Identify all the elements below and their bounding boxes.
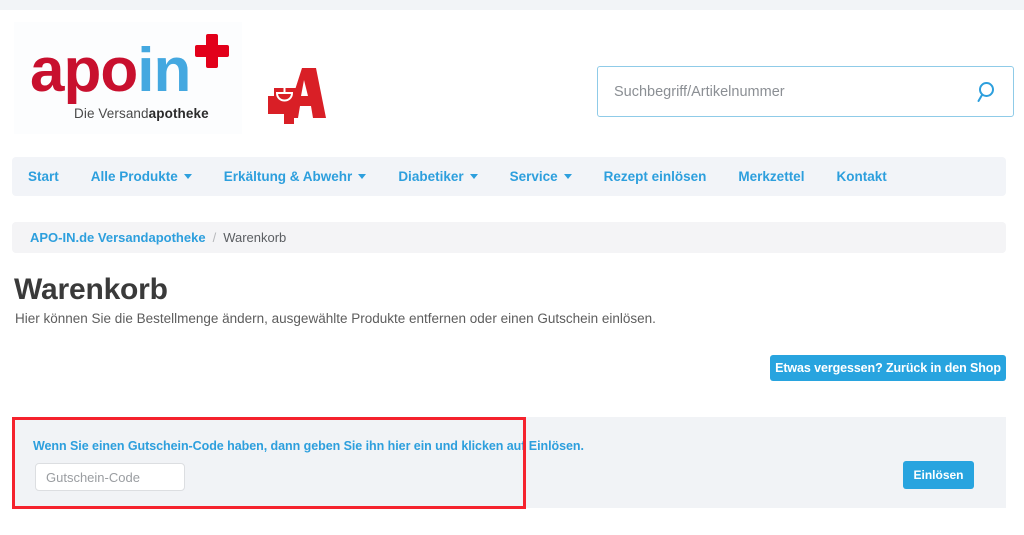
- nav-label: Merkzettel: [738, 169, 805, 184]
- top-strip: [0, 0, 1024, 10]
- nav-label: Diabetiker: [398, 169, 464, 184]
- page-description: Hier können Sie die Bestellmenge ändern,…: [15, 311, 656, 326]
- nav-item-merkzettel[interactable]: Merkzettel: [738, 169, 804, 184]
- logo-tagline: Die Versandapotheke: [74, 106, 209, 121]
- nav-item-alle-produkte[interactable]: Alle Produkte: [91, 169, 192, 184]
- logo-apo-text: apo: [30, 36, 138, 105]
- breadcrumb-separator: /: [212, 230, 217, 245]
- nav-item-rezept-einloesen[interactable]: Rezept einlösen: [604, 169, 707, 184]
- red-cross-icon: [195, 34, 229, 68]
- nav-label: Kontakt: [836, 169, 887, 184]
- nav-label: Service: [509, 169, 558, 184]
- back-to-shop-button[interactable]: Etwas vergessen? Zurück in den Shop: [770, 355, 1006, 381]
- voucher-code-input[interactable]: [35, 463, 185, 491]
- site-header: apoin Die Versandapotheke: [0, 10, 1024, 139]
- main-navigation: Start Alle Produkte Erkältung & Abwehr D…: [12, 157, 1006, 196]
- nav-label: Rezept einlösen: [603, 169, 707, 184]
- page-title: Warenkorb: [14, 273, 168, 306]
- breadcrumb-home-link[interactable]: APO-IN.de Versandapotheke: [30, 230, 206, 245]
- search-icon: [977, 82, 994, 102]
- nav-item-service[interactable]: Service: [510, 169, 572, 184]
- search-button[interactable]: [971, 77, 1005, 107]
- voucher-hint: Wenn Sie einen Gutschein-Code haben, dan…: [33, 439, 584, 453]
- pharmacy-a-icon: [264, 66, 328, 128]
- chevron-down-icon: [469, 174, 478, 179]
- voucher-panel: Wenn Sie einen Gutschein-Code haben, dan…: [12, 417, 1006, 508]
- page-root: apoin Die Versandapotheke Suchbegriff/Ar…: [0, 0, 1024, 535]
- nav-item-erkaeltung-abwehr[interactable]: Erkältung & Abwehr: [224, 169, 367, 184]
- nav-item-list: Start Alle Produkte Erkältung & Abwehr D…: [12, 157, 1006, 196]
- breadcrumb-current: Warenkorb: [223, 230, 287, 245]
- breadcrumb: APO-IN.de Versandapotheke / Warenkorb: [12, 222, 1006, 253]
- nav-label: Alle Produkte: [90, 169, 178, 184]
- nav-item-start[interactable]: Start: [28, 169, 59, 184]
- logo-wordmark: apoin: [30, 40, 191, 102]
- search-input[interactable]: [598, 67, 968, 116]
- logo-in-text: in: [137, 36, 191, 105]
- logo-tagline-bold: apotheke: [148, 106, 209, 121]
- nav-item-kontakt[interactable]: Kontakt: [836, 169, 886, 184]
- search-bar[interactable]: [597, 66, 1014, 117]
- redeem-voucher-button[interactable]: Einlösen: [903, 461, 974, 489]
- chevron-down-icon: [563, 174, 572, 179]
- brand-logo[interactable]: apoin Die Versandapotheke: [14, 22, 242, 134]
- nav-item-diabetiker[interactable]: Diabetiker: [398, 169, 478, 184]
- nav-label: Start: [28, 169, 59, 184]
- nav-label: Erkältung & Abwehr: [223, 169, 353, 184]
- chevron-down-icon: [183, 174, 192, 179]
- logo-tagline-prefix: Die Versand: [74, 106, 149, 121]
- chevron-down-icon: [358, 174, 367, 179]
